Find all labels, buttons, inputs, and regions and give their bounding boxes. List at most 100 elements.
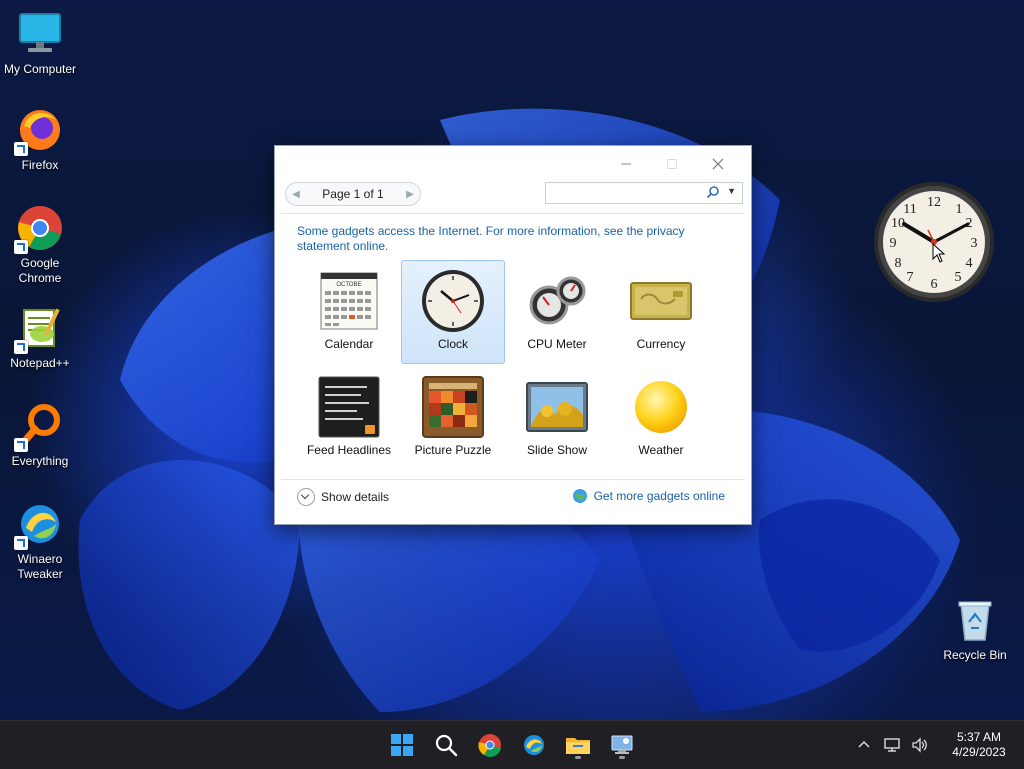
- mouse-cursor-icon: [932, 243, 946, 263]
- globe-icon: [572, 489, 587, 503]
- currency-icon: [629, 269, 693, 333]
- get-more-label: Get more gadgets online: [593, 489, 725, 503]
- chrome-icon: [14, 204, 64, 254]
- taskbar-chrome[interactable]: [474, 729, 506, 761]
- title-controls: [603, 152, 741, 176]
- desktop-icon-google-chrome[interactable]: Google Chrome: [0, 204, 80, 286]
- show-details-label: Show details: [321, 490, 390, 504]
- gadget-clock[interactable]: Clock: [401, 260, 505, 364]
- calendar-month: OCTOBE: [336, 282, 361, 288]
- next-page-button[interactable]: ▶: [400, 189, 420, 200]
- svg-text:8: 8: [895, 256, 902, 271]
- shortcut-arrow-icon: [14, 240, 28, 254]
- desktop-icon-label: My Computer: [3, 62, 77, 76]
- desktop-icon-label: Notepad++: [10, 356, 70, 370]
- cpu-meter-icon: [525, 269, 589, 333]
- feed-headlines-icon: [317, 375, 381, 439]
- svg-text:11: 11: [903, 202, 916, 217]
- minimize-button[interactable]: [603, 152, 649, 176]
- svg-text:3: 3: [971, 236, 978, 251]
- gadget-name: Weather: [638, 443, 684, 457]
- desktop-clock-gadget[interactable]: 1212 345 678 91011: [872, 180, 996, 304]
- search-icon[interactable]: [706, 185, 720, 199]
- gadget-name: Currency: [636, 337, 686, 351]
- shortcut-arrow-icon: [14, 142, 28, 156]
- gadget-name: CPU Meter: [527, 337, 587, 351]
- chevron-down-icon: [297, 488, 315, 506]
- chrome-icon: [478, 734, 501, 757]
- taskbar-winaero[interactable]: [518, 729, 550, 761]
- desktop-icon-label: Firefox: [21, 158, 59, 172]
- gadget-calendar[interactable]: OCTOBE Calendar: [297, 260, 401, 364]
- search-box: ▼: [545, 182, 743, 204]
- maximize-button[interactable]: [649, 152, 695, 176]
- close-button[interactable]: [695, 152, 741, 176]
- desktop-icon-my-computer[interactable]: My Computer: [0, 10, 80, 77]
- chevron-up-icon: [858, 740, 870, 748]
- shortcut-arrow-icon: [14, 438, 28, 452]
- running-indicator: [575, 756, 581, 759]
- search-input[interactable]: [550, 183, 704, 203]
- desktop-icon-label: Winaero: [17, 552, 63, 566]
- divider: [281, 479, 745, 480]
- svg-text:7: 7: [907, 270, 914, 285]
- calendar-icon: OCTOBE: [317, 269, 381, 333]
- file-explorer-icon: [566, 738, 590, 754]
- previous-page-button[interactable]: ◀: [286, 189, 306, 200]
- taskbar-date: 4/29/2023: [952, 745, 1006, 759]
- show-hidden-icons-button[interactable]: [850, 739, 878, 751]
- gadget-feed-headlines[interactable]: Feed Headlines: [297, 366, 401, 470]
- everything-search-icon: [14, 402, 64, 452]
- network-icon: [884, 738, 900, 752]
- winaero-icon: [14, 500, 64, 550]
- svg-text:12: 12: [927, 195, 941, 210]
- search-dropdown-icon[interactable]: ▼: [727, 186, 736, 196]
- desktop-icon-label: Everything: [11, 454, 69, 468]
- svg-text:1: 1: [956, 202, 963, 217]
- taskbar: 5:37 AM 4/29/2023: [0, 720, 1024, 769]
- start-button[interactable]: [386, 729, 418, 761]
- get-more-gadgets-link[interactable]: Get more gadgets online: [572, 488, 725, 504]
- gadgets-icon: [611, 735, 633, 754]
- desktop-icon-label: Google: [20, 256, 60, 270]
- gadget-slide-show[interactable]: Slide Show: [505, 366, 609, 470]
- desktop-icon-recycle-bin[interactable]: Recycle Bin: [935, 596, 1015, 663]
- volume-icon: [912, 737, 927, 753]
- internet-notice[interactable]: Some gadgets access the Internet. For mo…: [297, 224, 717, 254]
- gadget-name: Clock: [437, 337, 468, 351]
- monitor-icon: [16, 10, 64, 58]
- desktop-icon-label: Tweaker: [17, 567, 63, 581]
- picture-puzzle-icon: [421, 375, 485, 439]
- desktop-icon-label: Recycle Bin: [943, 648, 1007, 662]
- slide-show-icon: [525, 375, 589, 439]
- system-tray: 5:37 AM 4/29/2023: [850, 721, 1024, 769]
- taskbar-search-button[interactable]: [430, 729, 462, 761]
- taskbar-clock[interactable]: 5:37 AM 4/29/2023: [934, 730, 1024, 760]
- search-icon: [435, 734, 458, 757]
- start-icon: [391, 734, 413, 756]
- taskbar-gadgets[interactable]: [606, 729, 638, 761]
- minimize-icon: [621, 163, 631, 165]
- page-indicator: Page 1 of 1: [322, 187, 384, 201]
- desktop-icon-notepadpp[interactable]: Notepad++: [0, 304, 80, 371]
- gadget-picture-puzzle[interactable]: Picture Puzzle: [401, 366, 505, 470]
- desktop-icon-label: Chrome: [18, 271, 62, 285]
- desktop-icon-winaero-tweaker[interactable]: Winaero Tweaker: [0, 500, 80, 582]
- gadget-name: Slide Show: [526, 443, 588, 457]
- svg-text:9: 9: [890, 236, 897, 251]
- show-details-button[interactable]: Show details: [297, 488, 389, 506]
- network-button[interactable]: [878, 737, 906, 753]
- gadget-currency[interactable]: Currency: [609, 260, 713, 364]
- winaero-icon: [524, 735, 544, 755]
- taskbar-time: 5:37 AM: [956, 730, 1002, 744]
- desktop-icon-firefox[interactable]: Firefox: [0, 106, 80, 173]
- page-navigator: ◀ Page 1 of 1 ▶: [285, 182, 421, 206]
- gallery-footer: Show details Get more gadgets online: [297, 488, 725, 510]
- weather-icon: [629, 375, 693, 439]
- taskbar-file-explorer[interactable]: [562, 729, 594, 761]
- desktop-icon-everything[interactable]: Everything: [0, 402, 80, 469]
- gadget-cpu-meter[interactable]: CPU Meter: [505, 260, 609, 364]
- volume-button[interactable]: [906, 737, 934, 753]
- notepadpp-icon: [14, 304, 64, 354]
- gadget-weather[interactable]: Weather: [609, 366, 713, 470]
